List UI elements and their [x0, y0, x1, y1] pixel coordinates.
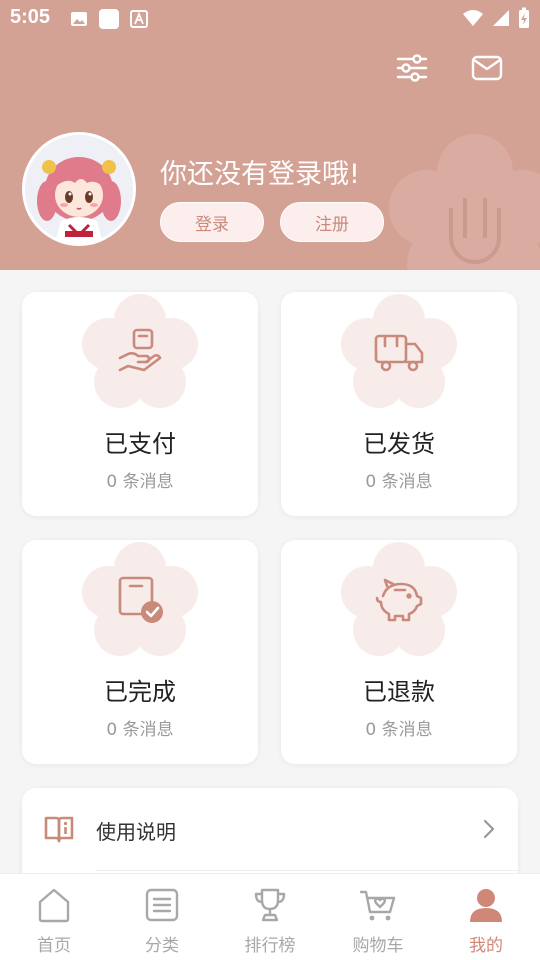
tab-label: 首页 [37, 936, 71, 956]
app-notification-icon [99, 9, 119, 29]
menu-item-instructions[interactable]: 使用说明 [22, 788, 518, 870]
tab-mine[interactable]: 我的 [432, 874, 540, 960]
tab-label: 我的 [469, 936, 503, 956]
message-count: 0 条消息 [106, 472, 174, 492]
signal-icon [493, 10, 509, 26]
login-prompt: 你还没有登录哦! [160, 159, 360, 190]
anime-girl-avatar-icon [25, 135, 133, 243]
piggy-bank-icon [375, 578, 423, 622]
login-button[interactable]: 登录 [160, 202, 264, 242]
bottom-tab-bar: 首页 分类 排行榜 购物车 我的 [0, 873, 540, 960]
home-icon [38, 888, 70, 923]
sliders-icon [396, 54, 428, 82]
messages-button[interactable] [467, 48, 507, 88]
tab-label: 分类 [145, 936, 179, 956]
avatar[interactable] [22, 132, 136, 246]
settings-button[interactable] [392, 48, 432, 88]
menu-item-label: 使用说明 [96, 820, 176, 844]
tab-cart[interactable]: 购物车 [324, 874, 432, 960]
manual-book-icon [44, 816, 74, 843]
status-bar: 5:05 [0, 0, 540, 36]
list-icon [145, 888, 179, 922]
truck-icon [374, 334, 424, 372]
order-card-completed[interactable]: 已完成 0 条消息 [22, 540, 258, 764]
message-count: 0 条消息 [365, 472, 433, 492]
font-notification-icon [130, 10, 148, 28]
image-notification-icon [71, 12, 87, 26]
trophy-icon [254, 888, 286, 922]
order-status-title: 已退款 [363, 678, 435, 706]
tab-rankings[interactable]: 排行榜 [216, 874, 324, 960]
order-card-paid[interactable]: 已支付 0 条消息 [22, 292, 258, 516]
profile-header: 5:05 你还没有登录哦! 登录 注册 [0, 0, 540, 270]
box-check-icon [118, 576, 163, 623]
hand-box-icon [118, 328, 162, 372]
person-icon [470, 889, 502, 922]
tab-categories[interactable]: 分类 [108, 874, 216, 960]
message-count: 0 条消息 [365, 720, 433, 740]
order-status-title: 已完成 [104, 678, 176, 706]
status-time: 5:05 [10, 6, 51, 28]
tab-label: 购物车 [352, 936, 404, 956]
register-button[interactable]: 注册 [280, 202, 384, 242]
tab-home[interactable]: 首页 [0, 874, 108, 960]
order-status-title: 已发货 [363, 430, 435, 458]
wifi-icon [463, 10, 483, 26]
tab-label: 排行榜 [244, 936, 296, 956]
message-count: 0 条消息 [106, 720, 174, 740]
chevron-right-icon [483, 819, 495, 839]
cart-icon [359, 890, 396, 921]
battery-icon [519, 7, 529, 28]
order-status-title: 已支付 [104, 430, 176, 458]
divider [96, 870, 518, 871]
order-card-refunded[interactable]: 已退款 0 条消息 [281, 540, 517, 764]
mail-icon [471, 55, 503, 81]
sakura-watermark-icon [389, 134, 540, 270]
order-card-shipped[interactable]: 已发货 0 条消息 [281, 292, 517, 516]
